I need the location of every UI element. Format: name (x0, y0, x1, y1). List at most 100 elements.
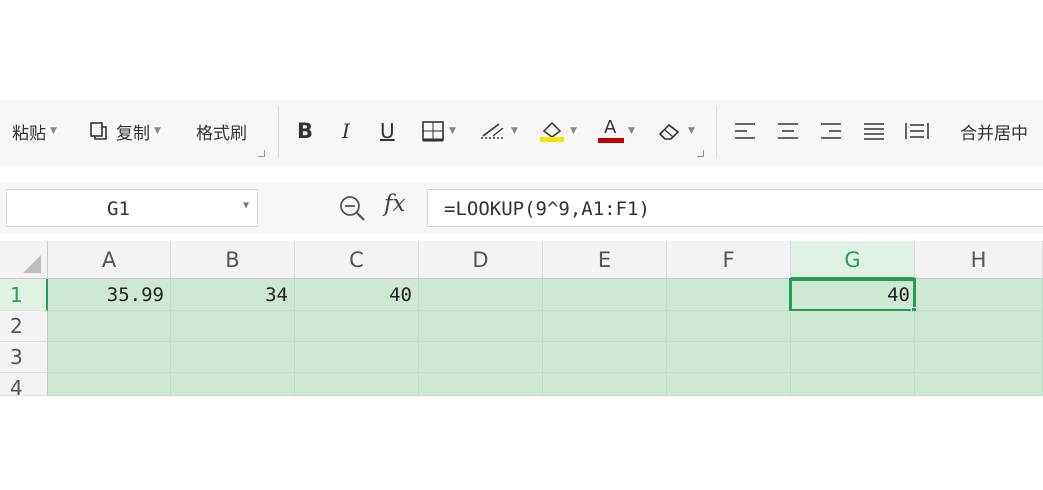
paste-label: 粘贴 (12, 123, 46, 144)
name-box[interactable]: G1 ▼ (6, 189, 258, 227)
font-color-icon: A (604, 117, 617, 138)
cell-a3[interactable] (48, 342, 171, 373)
align-center-button[interactable] (776, 118, 800, 144)
cell-d2[interactable] (419, 311, 543, 342)
formula-text: =LOOKUP(9^9,A1:F1) (444, 198, 650, 220)
cell-h3[interactable] (915, 342, 1043, 373)
ribbon-toolbar: 粘贴 ▼ 复制 ▼ 格式刷 B I U ▼ ▼ ▼ A ▼ ▼ 合并居中 (0, 100, 1043, 166)
cell-a1[interactable]: 35.99 (48, 279, 171, 311)
italic-icon: I (342, 119, 350, 143)
clipboard-group-launcher-icon[interactable] (258, 150, 265, 157)
bold-icon: B (297, 119, 314, 143)
chevron-down-icon[interactable]: ▼ (511, 126, 518, 136)
underline-button[interactable]: U (380, 118, 395, 144)
justify-button[interactable] (862, 118, 886, 144)
column-header-h[interactable]: H (915, 241, 1043, 279)
copy-button[interactable]: 复制 ▼ (88, 118, 161, 144)
align-left-icon (735, 123, 755, 139)
cell-e4[interactable] (543, 373, 667, 396)
clear-button[interactable]: ▼ (656, 118, 695, 144)
column-header-e[interactable]: E (543, 241, 667, 279)
cell-f4[interactable] (667, 373, 791, 396)
font-color-bar (598, 138, 624, 143)
distributed-align-icon (905, 123, 929, 139)
cell-c3[interactable] (295, 342, 419, 373)
row-header-1[interactable]: 1 (0, 279, 48, 311)
bold-button[interactable]: B (297, 118, 313, 144)
toolbar-divider (716, 106, 717, 158)
format-painter-label: 格式刷 (196, 123, 247, 144)
cell-e2[interactable] (543, 311, 667, 342)
chevron-down-icon[interactable]: ▼ (50, 126, 57, 136)
chevron-down-icon[interactable]: ▼ (570, 126, 577, 136)
cell-c1[interactable]: 40 (295, 279, 419, 311)
chevron-down-icon[interactable]: ▼ (449, 126, 456, 136)
border-icon (422, 121, 444, 142)
border-button[interactable]: ▼ (421, 118, 456, 144)
justify-icon (864, 123, 884, 140)
insert-function-icon[interactable]: fx (384, 191, 405, 217)
paste-button[interactable]: 粘贴 ▼ (12, 118, 57, 144)
cell-c2[interactable] (295, 311, 419, 342)
copy-icon (90, 122, 107, 140)
font-group-launcher-icon[interactable] (697, 150, 704, 157)
cell-e3[interactable] (543, 342, 667, 373)
cell-f2[interactable] (667, 311, 791, 342)
chevron-down-icon[interactable]: ▼ (628, 126, 635, 136)
chevron-down-icon[interactable]: ▼ (154, 126, 161, 136)
row-header-2[interactable]: 2 (0, 311, 48, 342)
align-center-icon (778, 123, 798, 139)
row-header-4[interactable]: 4 (0, 373, 48, 400)
paint-bucket-icon (540, 121, 564, 142)
cell-f1[interactable] (667, 279, 791, 311)
italic-button[interactable]: I (342, 118, 350, 144)
cell-h2[interactable] (915, 311, 1043, 342)
column-header-b[interactable]: B (171, 241, 295, 279)
chevron-down-icon[interactable]: ▼ (688, 126, 695, 136)
font-color-button[interactable]: A ▼ (598, 117, 635, 144)
cell-e1[interactable] (543, 279, 667, 311)
spreadsheet-grid: A B C D E F G H 1 2 3 4 35.99 34 40 40 (0, 241, 1043, 400)
merge-center-button[interactable]: 合并居中 (960, 118, 1028, 144)
column-header-a[interactable]: A (48, 241, 171, 279)
cell-g3[interactable] (791, 342, 915, 373)
fill-color-button[interactable]: ▼ (538, 118, 577, 144)
cell-h1[interactable] (916, 279, 1043, 311)
cell-g2[interactable] (791, 311, 915, 342)
align-right-button[interactable] (819, 118, 843, 144)
cell-f3[interactable] (667, 342, 791, 373)
cell-b3[interactable] (171, 342, 295, 373)
underline-icon: U (380, 119, 395, 143)
cell-d4[interactable] (419, 373, 543, 396)
cell-d1[interactable] (419, 279, 543, 311)
cell-c4[interactable] (295, 373, 419, 396)
name-box-value: G1 (107, 198, 130, 220)
column-header-g[interactable]: G (791, 241, 915, 279)
align-left-button[interactable] (733, 118, 757, 144)
toolbar-divider (278, 106, 279, 158)
cell-b2[interactable] (171, 311, 295, 342)
cell-a2[interactable] (48, 311, 171, 342)
cell-style-button[interactable]: ▼ (479, 118, 518, 144)
column-header-d[interactable]: D (419, 241, 543, 279)
zoom-formula-icon[interactable] (338, 194, 366, 222)
formula-input[interactable]: =LOOKUP(9^9,A1:F1) (427, 189, 1043, 227)
format-painter-button[interactable]: 格式刷 (196, 118, 247, 144)
cell-h4[interactable] (915, 373, 1043, 396)
column-header-f[interactable]: F (667, 241, 791, 279)
select-all-button[interactable] (0, 241, 48, 279)
chevron-down-icon[interactable]: ▼ (243, 200, 249, 211)
cell-g1[interactable]: 40 (789, 278, 916, 312)
distributed-align-button[interactable] (904, 118, 930, 144)
formula-bar: G1 ▼ fx =LOOKUP(9^9,A1:F1) (0, 182, 1043, 234)
cell-g4[interactable] (791, 373, 915, 396)
row-header-3[interactable]: 3 (0, 342, 48, 373)
diagonal-border-icon (481, 123, 505, 139)
cell-d3[interactable] (419, 342, 543, 373)
merge-center-label: 合并居中 (960, 123, 1028, 144)
cell-a4[interactable] (48, 373, 171, 396)
column-header-c[interactable]: C (295, 241, 419, 279)
cell-b4[interactable] (171, 373, 295, 396)
cell-b1[interactable]: 34 (171, 279, 295, 311)
align-right-icon (821, 123, 841, 139)
